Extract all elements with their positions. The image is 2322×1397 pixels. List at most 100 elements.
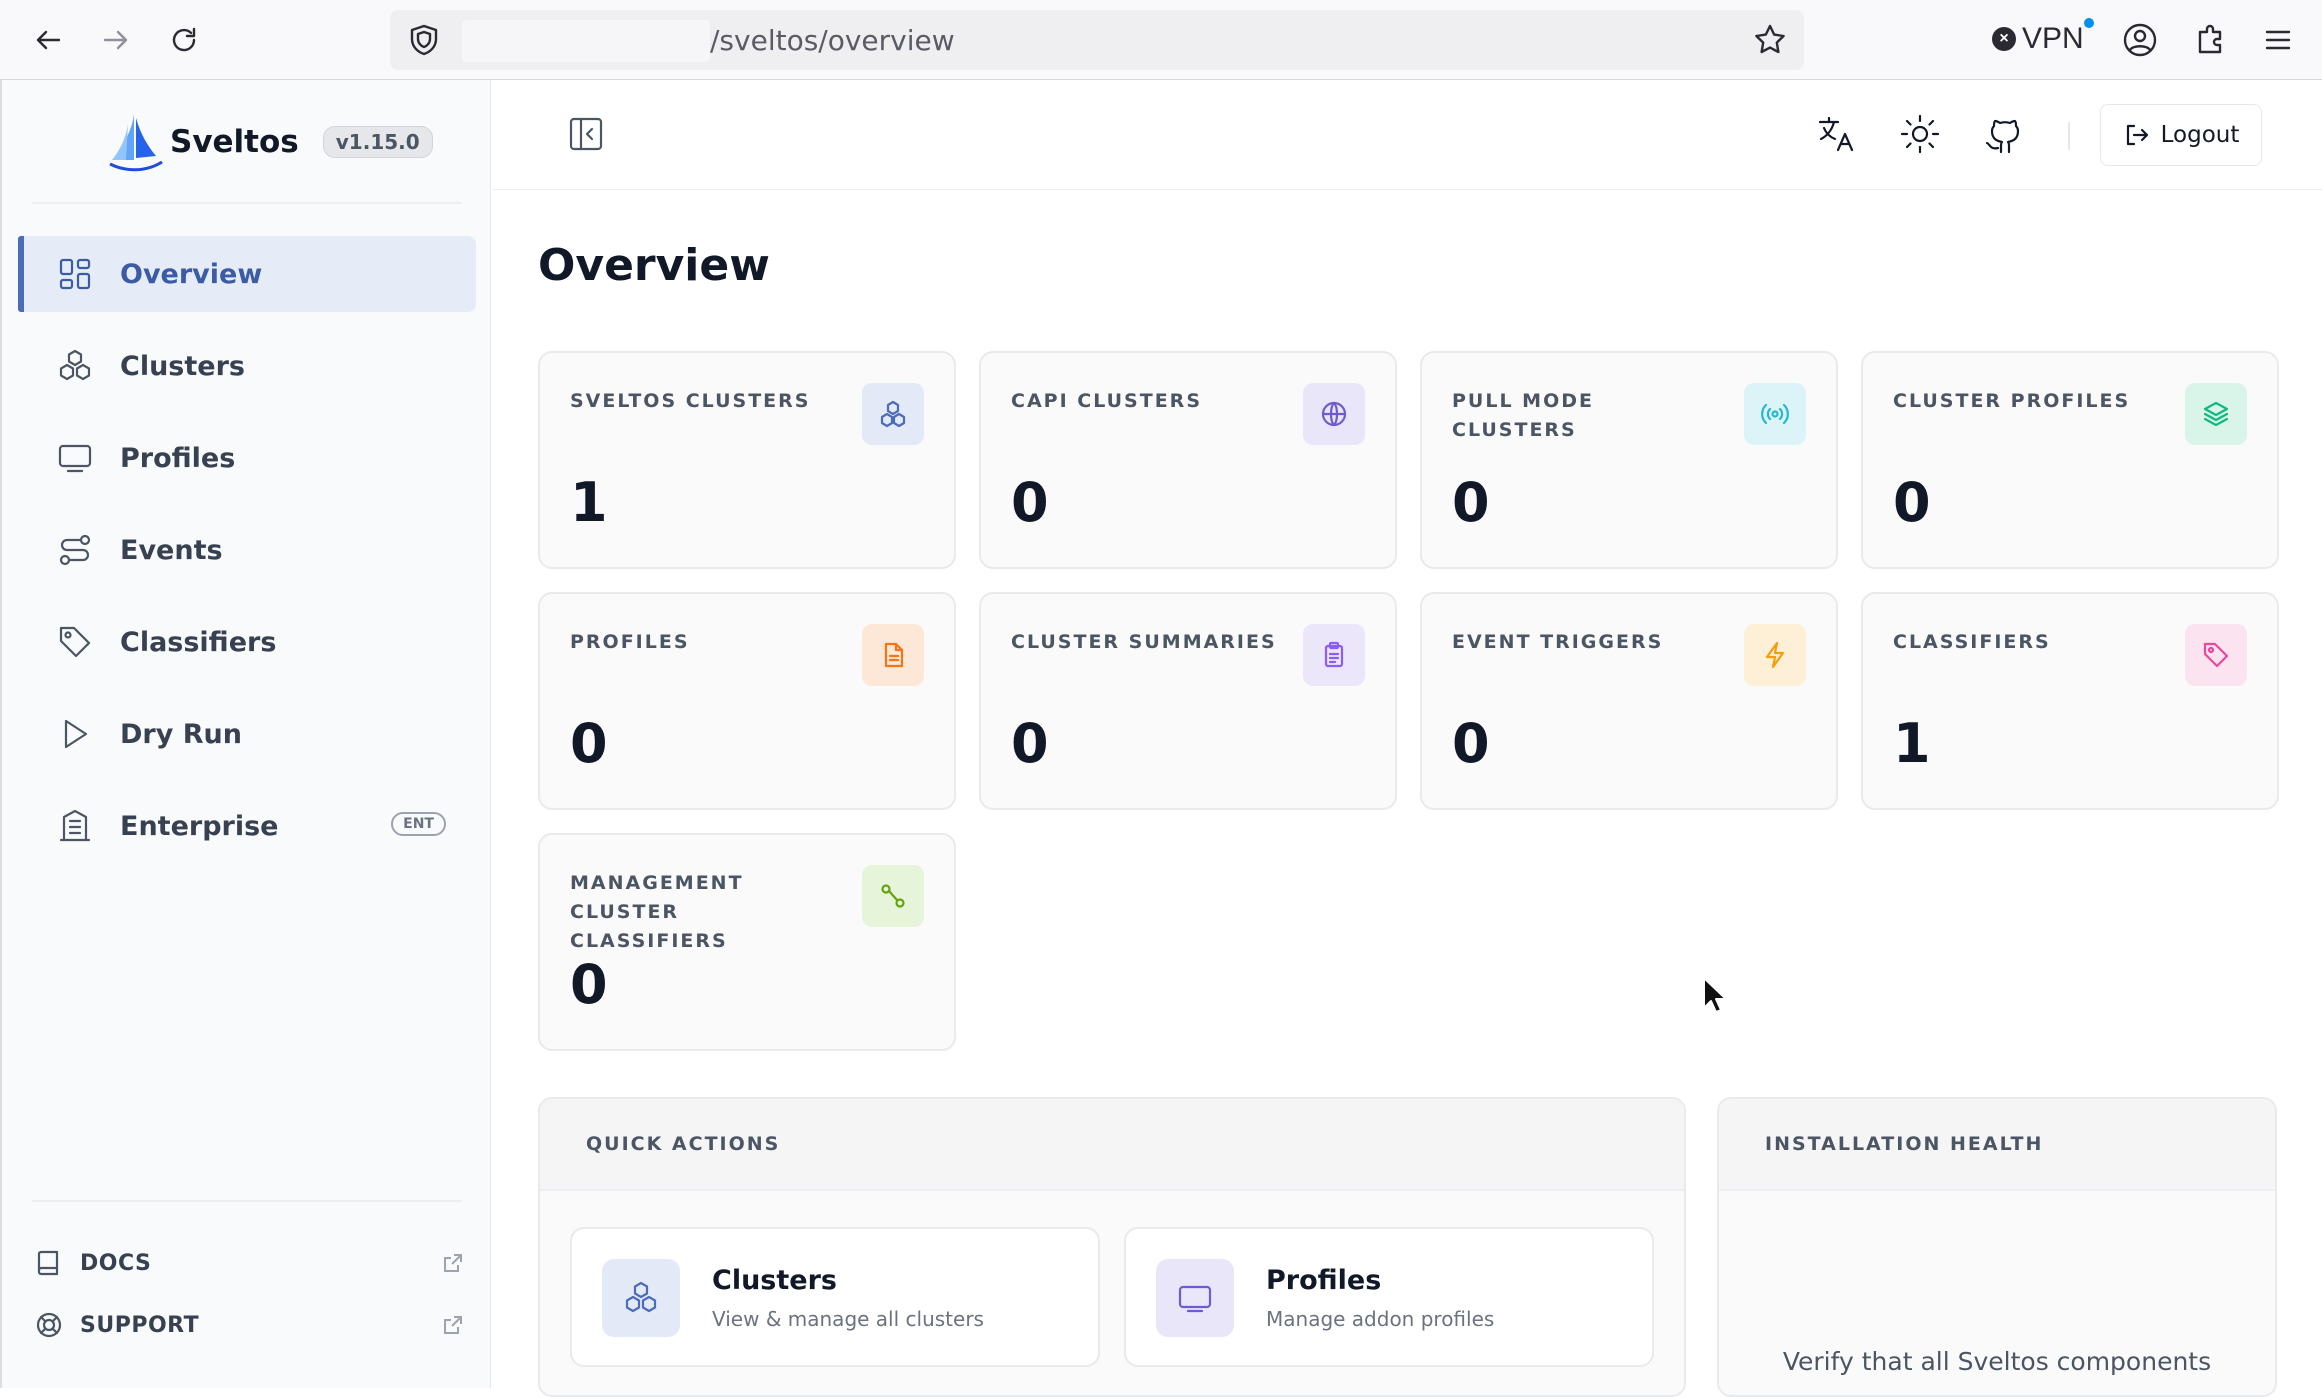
quick-action-subtitle: Manage addon profiles [1266, 1307, 1495, 1331]
sveltos-logo-icon [109, 114, 163, 172]
sidebar-item-label: Events [120, 534, 223, 566]
health-description: Verify that all Sveltos components [1782, 1347, 2212, 1376]
mouse-cursor-icon [1703, 977, 1727, 1013]
lifebuoy-icon [36, 1312, 62, 1338]
translate-icon [1818, 116, 1854, 152]
panel-header: INSTALLATION HEALTH [1719, 1099, 2275, 1191]
logout-icon [2126, 124, 2148, 146]
stat-card-sveltos-clusters[interactable]: SVELTOS CLUSTERS 1 [538, 351, 956, 569]
sidebar-item-label: Classifiers [120, 626, 277, 658]
brand[interactable]: Sveltos v1.15.0 [106, 110, 433, 174]
github-button[interactable] [1982, 112, 2026, 156]
stat-label: CLASSIFIERS [1893, 631, 2051, 653]
clipboard-icon [1303, 624, 1365, 686]
sidebar-item-profiles[interactable]: Profiles [18, 420, 476, 496]
vpn-button[interactable]: × VPN [1992, 18, 2094, 56]
theme-toggle-button[interactable] [1898, 112, 1942, 156]
tag-icon [2185, 624, 2247, 686]
account-button[interactable] [2120, 20, 2160, 60]
browser-toolbar: /sveltos/overview × VPN [0, 0, 2322, 80]
url-text[interactable]: /sveltos/overview [710, 24, 955, 57]
stat-value: 0 [1893, 471, 1931, 534]
github-icon [1985, 119, 2020, 154]
globe-icon [1303, 383, 1365, 445]
stat-value: 0 [1011, 471, 1049, 534]
menu-button[interactable] [2258, 20, 2298, 60]
sidebar: Sveltos v1.15.0 Overview Clusters Profil… [0, 80, 491, 1388]
sidebar-item-label: Profiles [120, 442, 236, 474]
route-icon [59, 534, 91, 566]
stat-card-event-triggers[interactable]: EVENT TRIGGERS 0 [1420, 592, 1838, 810]
stat-label: PULL MODE CLUSTERS [1452, 390, 1594, 441]
external-link-icon [444, 1254, 462, 1272]
building-icon [59, 809, 91, 842]
sidebar-item-events[interactable]: Events [18, 512, 476, 588]
url-origin-redacted [462, 20, 710, 62]
sidebar-item-label: Enterprise [120, 810, 279, 842]
sidebar-item-label: Dry Run [120, 718, 242, 750]
stat-card-cluster-profiles[interactable]: CLUSTER PROFILES 0 [1861, 351, 2279, 569]
cluster-icon [59, 349, 91, 381]
quick-action-clusters[interactable]: Clusters View & manage all clusters [570, 1227, 1100, 1367]
extensions-button[interactable] [2190, 20, 2230, 60]
divider [2068, 122, 2070, 150]
sidebar-nav: Overview Clusters Profiles Events Classi… [18, 236, 476, 880]
stat-label: CAPI CLUSTERS [1011, 390, 1202, 412]
panel-title: INSTALLATION HEALTH [1765, 1133, 2044, 1155]
stat-value: 0 [1011, 712, 1049, 775]
sidebar-item-dry-run[interactable]: Dry Run [18, 696, 476, 772]
stat-label: EVENT TRIGGERS [1452, 631, 1664, 653]
panel-title: QUICK ACTIONS [586, 1133, 781, 1155]
arrow-left-icon [36, 30, 61, 50]
panel-header: QUICK ACTIONS [540, 1099, 1684, 1191]
sidebar-item-label: Overview [120, 258, 263, 290]
sidebar-item-clusters[interactable]: Clusters [18, 328, 476, 404]
shield-icon[interactable] [406, 22, 442, 58]
quick-actions-panel: QUICK ACTIONS Clusters View & manage all… [538, 1097, 1686, 1397]
broadcast-icon [1744, 383, 1806, 445]
play-icon [64, 719, 88, 749]
stat-value: 0 [1452, 471, 1490, 534]
top-bar: Logout [492, 80, 2322, 190]
external-link-icon [444, 1316, 462, 1334]
stat-value: 0 [570, 712, 608, 775]
quick-action-title: Clusters [712, 1265, 837, 1296]
puzzle-icon [2198, 24, 2222, 54]
stat-card-cluster-summaries[interactable]: CLUSTER SUMMARIES 0 [979, 592, 1397, 810]
vpn-label: VPN [2022, 22, 2084, 55]
docs-link[interactable]: DOCS [34, 1248, 464, 1278]
stat-card-capi-clusters[interactable]: CAPI CLUSTERS 0 [979, 351, 1397, 569]
stat-card-profiles[interactable]: PROFILES 0 [538, 592, 956, 810]
support-link[interactable]: SUPPORT [34, 1310, 464, 1340]
stat-card-classifiers[interactable]: CLASSIFIERS 1 [1861, 592, 2279, 810]
quick-action-profiles[interactable]: Profiles Manage addon profiles [1124, 1227, 1654, 1367]
bookmark-star-icon[interactable] [1752, 22, 1788, 58]
docs-label: DOCS [80, 1250, 152, 1276]
sidebar-item-classifiers[interactable]: Classifiers [18, 604, 476, 680]
address-bar[interactable]: /sveltos/overview [390, 10, 1804, 70]
reload-button[interactable] [162, 18, 206, 62]
stat-label: PROFILES [570, 631, 690, 653]
file-icon [862, 624, 924, 686]
sidebar-item-overview[interactable]: Overview [18, 236, 476, 312]
stat-card-management-cluster-classifiers[interactable]: MANAGEMENT CLUSTER CLASSIFIERS 0 [538, 833, 956, 1051]
vpn-status-icon: × [1992, 27, 2016, 51]
back-button[interactable] [26, 18, 70, 62]
divider [32, 1200, 462, 1202]
sidebar-item-enterprise[interactable]: Enterprise ENT [18, 788, 476, 864]
stat-label: CLUSTER PROFILES [1893, 390, 2131, 412]
bolt-icon [1744, 624, 1806, 686]
language-button[interactable] [1814, 112, 1858, 156]
brand-name: Sveltos [170, 124, 299, 160]
sidebar-item-label: Clusters [120, 350, 245, 382]
forward-button[interactable] [94, 18, 138, 62]
logout-button[interactable]: Logout [2100, 104, 2262, 166]
quick-action-title: Profiles [1266, 1265, 1382, 1296]
page-title: Overview [538, 240, 770, 291]
sun-icon [1900, 114, 1940, 154]
book-icon [37, 1250, 59, 1276]
stat-card-pull-mode-clusters[interactable]: PULL MODE CLUSTERS 0 [1420, 351, 1838, 569]
sidebar-toggle-button[interactable] [566, 114, 606, 154]
enterprise-badge: ENT [391, 812, 446, 836]
grid-icon [59, 258, 91, 290]
